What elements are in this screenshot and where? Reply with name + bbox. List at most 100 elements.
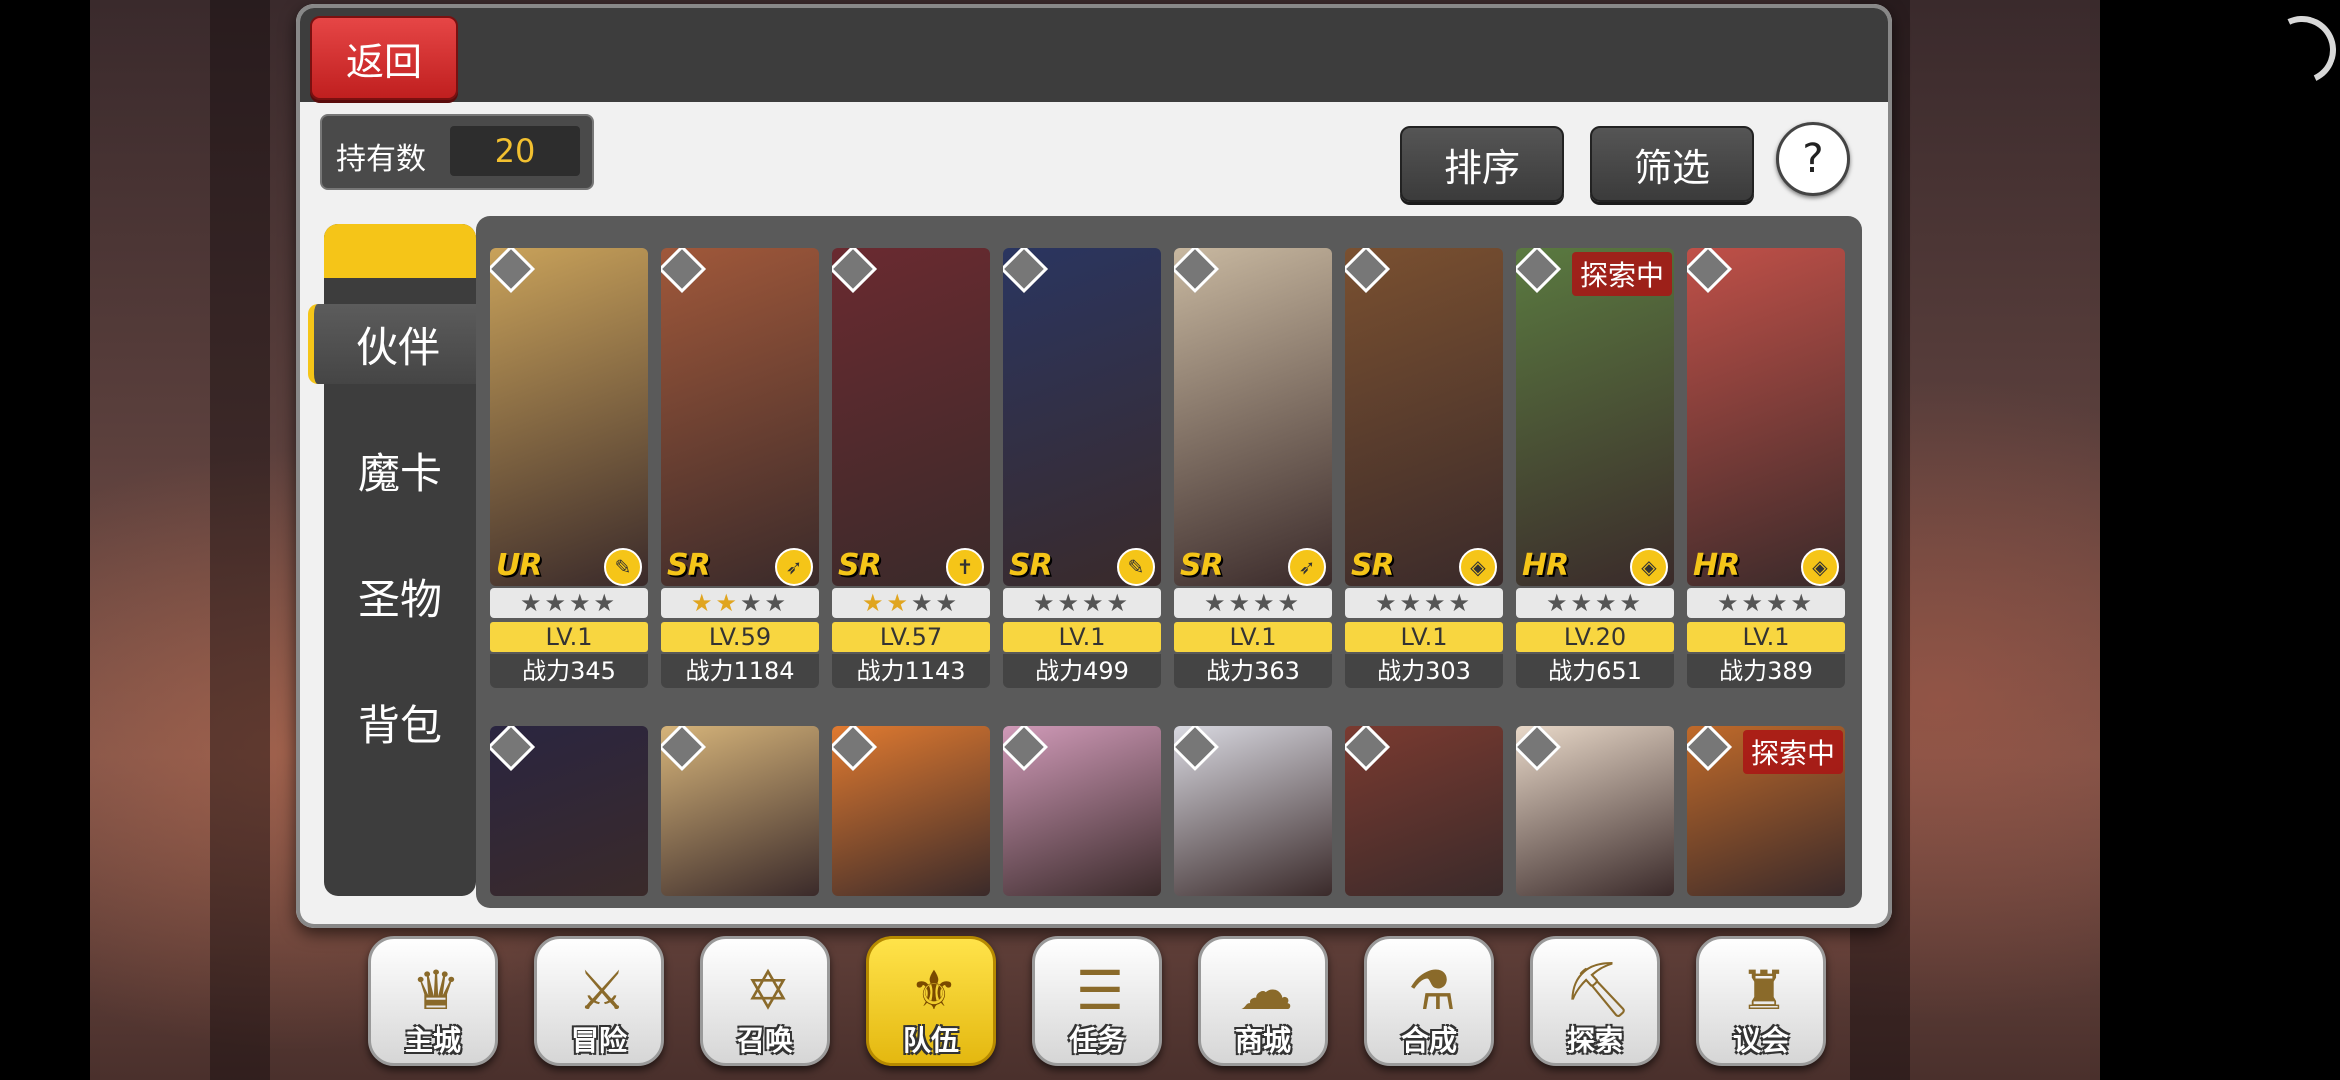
tab-relics[interactable]: 圣物 bbox=[324, 556, 476, 636]
help-button[interactable]: ? bbox=[1776, 122, 1850, 196]
character-level: LV.1 bbox=[490, 622, 648, 652]
star-empty-icon: ★ bbox=[1277, 589, 1303, 617]
council-emblem-icon: ♜ bbox=[1739, 958, 1789, 1022]
star-rating: ★★★★ bbox=[661, 588, 819, 618]
filter-button[interactable]: 筛选 bbox=[1590, 126, 1754, 202]
character-card[interactable] bbox=[1174, 726, 1332, 896]
element-diamond-icon bbox=[1687, 726, 1733, 772]
character-card[interactable]: SR ◈ ★★★★ LV.1 战力303 bbox=[1345, 248, 1503, 690]
character-card[interactable]: SR ➶ ★★★★ LV.59 战力1184 bbox=[661, 248, 819, 690]
star-filled-icon: ★ bbox=[886, 589, 911, 617]
character-portrait bbox=[1516, 726, 1674, 896]
element-diamond-icon bbox=[661, 726, 707, 772]
star-rating: ★★★★ bbox=[1345, 588, 1503, 618]
star-rating: ★★★★ bbox=[1687, 588, 1845, 618]
star-rating: ★★★★ bbox=[832, 588, 990, 618]
character-portrait bbox=[661, 726, 819, 896]
character-power: 战力1143 bbox=[832, 654, 990, 688]
character-power: 战力499 bbox=[1003, 654, 1161, 688]
sort-button[interactable]: 排序 bbox=[1400, 126, 1564, 202]
star-empty-icon: ★ bbox=[764, 589, 790, 617]
element-diamond-icon bbox=[1345, 726, 1391, 772]
character-portrait bbox=[490, 726, 648, 896]
shop-icon: ☁ bbox=[1239, 958, 1293, 1022]
rarity-badge: SR bbox=[667, 548, 711, 583]
star-rating: ★★★★ bbox=[1174, 588, 1332, 618]
nav-shop-button[interactable]: ☁ 商城 bbox=[1198, 936, 1328, 1066]
tab-magic-cards[interactable]: 魔卡 bbox=[324, 430, 476, 510]
character-power: 战力1184 bbox=[661, 654, 819, 688]
character-card[interactable] bbox=[1345, 726, 1503, 896]
tab-partners[interactable]: 伙伴 bbox=[308, 304, 482, 384]
exploring-badge: 探索中 bbox=[1571, 252, 1672, 296]
character-portrait: HR ◈ bbox=[1687, 248, 1845, 586]
character-level: LV.1 bbox=[1345, 622, 1503, 652]
nav-label: 探索 bbox=[1566, 1024, 1623, 1057]
element-diamond-icon bbox=[1003, 248, 1049, 294]
tab-bag[interactable]: 背包 bbox=[324, 682, 476, 762]
nav-council-emblem-button[interactable]: ♜ 议会 bbox=[1696, 936, 1826, 1066]
compass-shovel-icon: ⛏ bbox=[1563, 958, 1633, 1021]
character-portrait bbox=[1003, 726, 1161, 896]
nav-quest-book-button[interactable]: ☰ 任务 bbox=[1032, 936, 1162, 1066]
character-card[interactable]: SR ✎ ★★★★ LV.1 战力499 bbox=[1003, 248, 1161, 690]
character-level: LV.1 bbox=[1003, 622, 1161, 652]
star-empty-icon: ★ bbox=[911, 589, 936, 617]
rarity-badge: SR bbox=[1180, 548, 1224, 583]
character-power: 战力345 bbox=[490, 654, 648, 688]
character-card[interactable]: 探索中 bbox=[1687, 726, 1845, 896]
star-empty-icon: ★ bbox=[1448, 589, 1474, 617]
star-empty-icon: ★ bbox=[1228, 589, 1253, 617]
character-portrait: 探索中 bbox=[1687, 726, 1845, 896]
star-empty-icon: ★ bbox=[1545, 589, 1571, 617]
star-empty-icon: ★ bbox=[1399, 589, 1424, 617]
element-diamond-icon bbox=[1516, 726, 1562, 772]
nav-summon-card-button[interactable]: ✡ 召唤 bbox=[700, 936, 830, 1066]
character-card[interactable] bbox=[661, 726, 819, 896]
nav-crown-button[interactable]: ♛ 主城 bbox=[368, 936, 498, 1066]
character-portrait: SR ✎ bbox=[1003, 248, 1161, 586]
nav-crossed-swords-button[interactable]: ⚔ 冒险 bbox=[534, 936, 664, 1066]
nav-label: 议会 bbox=[1732, 1024, 1789, 1057]
nav-compass-shovel-button[interactable]: ⛏ 探索 bbox=[1530, 936, 1660, 1066]
star-empty-icon: ★ bbox=[1570, 589, 1595, 617]
star-empty-icon: ★ bbox=[1424, 589, 1449, 617]
nav-winged-emblem-button[interactable]: ⚜ 队伍 bbox=[866, 936, 996, 1066]
summon-card-icon: ✡ bbox=[745, 958, 791, 1022]
rarity-badge: SR bbox=[838, 548, 882, 583]
character-card[interactable]: UR ✎ ★★★★ LV.1 战力345 bbox=[490, 248, 648, 690]
star-rating: ★★★★ bbox=[1516, 588, 1674, 618]
character-card[interactable] bbox=[1003, 726, 1161, 896]
star-empty-icon: ★ bbox=[1082, 589, 1107, 617]
star-empty-icon: ★ bbox=[544, 589, 569, 617]
character-card[interactable]: SR ➶ ★★★★ LV.1 战力363 bbox=[1174, 248, 1332, 690]
nav-label: 任务 bbox=[1068, 1024, 1125, 1057]
star-empty-icon: ★ bbox=[1057, 589, 1082, 617]
star-empty-icon: ★ bbox=[1619, 589, 1645, 617]
staff-icon: ✎ bbox=[604, 548, 642, 586]
nav-label: 冒险 bbox=[570, 1024, 627, 1057]
nav-label: 队伍 bbox=[902, 1024, 959, 1057]
character-card[interactable] bbox=[490, 726, 648, 896]
element-diamond-icon bbox=[1174, 726, 1220, 772]
star-empty-icon: ★ bbox=[740, 589, 765, 617]
category-tabs: 伙伴 魔卡 圣物 背包 bbox=[308, 224, 482, 896]
character-card[interactable] bbox=[832, 726, 990, 896]
character-card[interactable] bbox=[1516, 726, 1674, 896]
nav-label: 召唤 bbox=[736, 1024, 793, 1057]
rarity-badge: SR bbox=[1009, 548, 1053, 583]
character-card[interactable]: HR ◈ 探索中 ★★★★ LV.20 战力651 bbox=[1516, 248, 1674, 690]
character-level: LV.1 bbox=[1687, 622, 1845, 652]
rarity-badge: UR bbox=[496, 548, 542, 583]
rarity-badge: SR bbox=[1351, 548, 1395, 583]
star-empty-icon: ★ bbox=[1595, 589, 1620, 617]
character-card[interactable]: HR ◈ ★★★★ LV.1 战力389 bbox=[1687, 248, 1845, 690]
nav-alchemy-flask-button[interactable]: ⚗ 合成 bbox=[1364, 936, 1494, 1066]
shield-icon: ◈ bbox=[1630, 548, 1668, 586]
quest-book-icon: ☰ bbox=[1075, 958, 1125, 1022]
character-level: LV.57 bbox=[832, 622, 990, 652]
back-button[interactable]: 返回 bbox=[310, 16, 458, 100]
character-card[interactable]: SR ✝ ★★★★ LV.57 战力1143 bbox=[832, 248, 990, 690]
character-power: 战力363 bbox=[1174, 654, 1332, 688]
winged-emblem-icon: ⚜ bbox=[909, 958, 959, 1022]
